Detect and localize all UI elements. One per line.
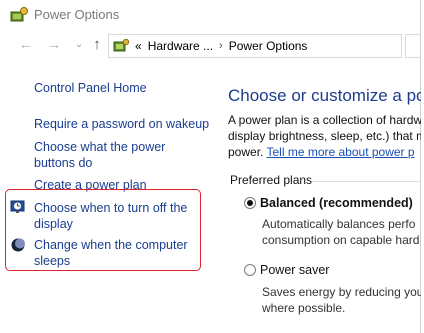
search-box[interactable] — [405, 34, 421, 58]
highlight-box — [5, 189, 201, 271]
description-line: A power plan is a collection of hardw — [228, 113, 421, 127]
plan-desc-line: Automatically balances perfo — [262, 217, 416, 231]
page-title: Choose or customize a power — [228, 86, 421, 105]
preferred-plans-label: Preferred plans — [230, 173, 313, 187]
recent-locations-chevron-icon[interactable]: ⌄ — [70, 36, 88, 54]
main-content: Choose or customize a power A power plan… — [216, 60, 421, 333]
control-panel-icon — [113, 39, 129, 52]
description-line-prefix: power. — [228, 145, 267, 159]
forward-button[interactable]: → — [45, 36, 63, 54]
description: A power plan is a collection of hardw di… — [228, 112, 421, 160]
section-divider — [312, 181, 421, 182]
plan-desc-line: where possible. — [262, 301, 346, 315]
plan-name-power-saver[interactable]: Power saver — [260, 263, 329, 277]
sidebar-link-control-panel-home[interactable]: Control Panel Home — [34, 80, 147, 96]
sidebar-link-power-buttons[interactable]: Choose what the power buttons do — [34, 139, 165, 171]
navigation-bar: ← → ⌄ ↑ « Hardware ... › Power Options — [0, 32, 421, 60]
learn-more-link[interactable]: Tell me more about power p — [266, 145, 414, 159]
breadcrumb-power-options[interactable]: Power Options — [229, 39, 308, 53]
sidebar-link-require-password[interactable]: Require a password on wakeup — [34, 116, 209, 132]
plan-desc-line: consumption on capable hard — [262, 233, 420, 247]
plan-name-balanced[interactable]: Balanced (recommended) — [260, 196, 413, 210]
description-line: power. Tell me more about power p — [228, 144, 421, 160]
power-options-icon — [10, 7, 28, 22]
power-options-window: Power Options ← → ⌄ ↑ « Hardware ... › P… — [0, 0, 421, 333]
address-bar[interactable]: « Hardware ... › Power Options — [108, 34, 402, 58]
window-title: Power Options — [34, 7, 120, 22]
up-button[interactable]: ↑ — [88, 36, 106, 54]
plan-description-power-saver: Saves energy by reducing you where possi… — [262, 284, 421, 316]
balanced-radio[interactable] — [244, 197, 256, 209]
power-saver-radio[interactable] — [244, 264, 256, 276]
title-bar: Power Options — [0, 0, 420, 30]
back-button[interactable]: ← — [17, 36, 35, 54]
plan-desc-line: Saves energy by reducing you — [262, 285, 421, 299]
breadcrumb-separator[interactable]: › — [219, 40, 223, 52]
plan-description-balanced: Automatically balances perfo consumption… — [262, 216, 419, 248]
description-line: display brightness, sleep, etc.) that m — [228, 129, 421, 143]
breadcrumb-hardware[interactable]: Hardware ... — [148, 39, 213, 53]
breadcrumb-overflow[interactable]: « — [135, 39, 142, 53]
